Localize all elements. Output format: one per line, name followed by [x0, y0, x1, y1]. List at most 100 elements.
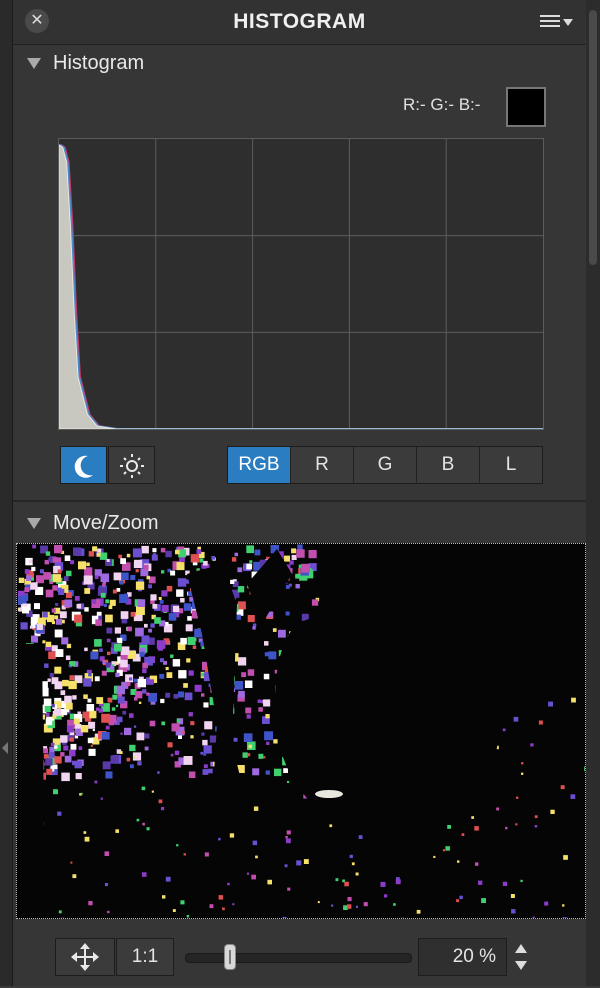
preview-pixel	[140, 652, 145, 657]
move-arrows-icon[interactable]	[55, 938, 115, 976]
preview-pixel	[66, 592, 72, 598]
channel-r-button[interactable]: R	[291, 447, 354, 483]
preview-pixel	[318, 901, 320, 903]
preview-pixel	[46, 642, 51, 647]
preview-pixel	[112, 695, 117, 700]
disclosure-triangle-icon[interactable]	[27, 518, 41, 529]
preview-pixel	[481, 898, 486, 903]
preview-pixel	[117, 717, 123, 723]
stepper-up-icon[interactable]	[515, 944, 527, 953]
preview-pixel	[184, 603, 192, 611]
preview-pixel	[141, 546, 149, 554]
preview-pixel	[120, 581, 124, 585]
preview-pixel	[104, 604, 107, 607]
preview-pixel	[75, 596, 80, 601]
preview-pixel	[172, 723, 180, 731]
preview-pixel	[130, 575, 135, 580]
night-mode-button[interactable]	[60, 446, 107, 484]
channel-b-button[interactable]: B	[417, 447, 480, 483]
preview-pixel	[136, 569, 139, 572]
preview-pixel	[117, 638, 123, 644]
preview-pixel	[148, 629, 152, 633]
preview-pixel	[443, 849, 445, 851]
zoom-percent-field[interactable]: 20 %	[418, 938, 507, 976]
preview-pixel	[86, 563, 90, 567]
channel-l-button[interactable]: L	[480, 447, 542, 483]
move-zoom-section-header[interactable]: Move/Zoom	[13, 504, 586, 542]
preview-pixel	[170, 571, 175, 576]
preview-pixel	[101, 574, 110, 583]
preview-pixel	[539, 721, 543, 725]
preview-pixel	[67, 726, 74, 733]
preview-pixel	[61, 690, 66, 695]
preview-pixel	[344, 882, 349, 887]
collapse-grip-icon[interactable]	[2, 742, 8, 754]
preview-pixel	[73, 548, 81, 556]
preview-pixel	[65, 756, 72, 763]
preview-pixel	[44, 664, 48, 668]
preview-pixel	[152, 555, 158, 561]
preview-pixel	[189, 712, 193, 716]
preview-pixel	[137, 733, 145, 741]
preview-pixel	[264, 674, 270, 680]
zoom-stepper[interactable]	[510, 938, 532, 976]
preview-pixel	[187, 616, 192, 621]
scrollbar[interactable]	[585, 0, 600, 986]
preview-pixel	[110, 600, 116, 606]
preview-pixel	[92, 546, 97, 551]
preview-pixel	[511, 894, 515, 898]
preview-pixel	[180, 638, 187, 645]
preview-pixel	[61, 709, 67, 715]
rgb-readout: R:- G:- B:-	[403, 95, 480, 115]
preview-pixel	[157, 771, 160, 774]
preview-pixel	[102, 732, 110, 740]
preview-pixel	[234, 738, 238, 742]
preview-pixel	[210, 904, 214, 908]
menu-list-icon[interactable]	[540, 10, 578, 34]
preview-pixel	[159, 800, 163, 804]
histogram-section-header[interactable]: Histogram	[13, 44, 586, 82]
channel-g-button[interactable]: G	[354, 447, 417, 483]
preview-pixel	[37, 624, 43, 630]
preview-pixel	[238, 601, 246, 609]
preview-pixel	[301, 564, 310, 573]
preview-pixel	[203, 561, 208, 566]
zoom-slider-track[interactable]	[185, 953, 412, 963]
preview-pixel	[53, 557, 58, 562]
image-preview[interactable]	[16, 543, 586, 919]
preview-pixel	[76, 773, 82, 779]
preview-pixel	[511, 909, 515, 913]
scrollbar-thumb[interactable]	[589, 10, 597, 265]
preview-pixel	[245, 681, 253, 689]
move-zoom-toolbar: 1:1 20 %	[13, 928, 586, 986]
preview-pixel	[175, 751, 179, 755]
preview-pixel	[168, 742, 173, 747]
preview-pixel	[266, 770, 270, 774]
actual-size-button[interactable]: 1:1	[116, 938, 174, 976]
preview-pixel	[142, 823, 145, 826]
preview-pixel	[67, 644, 71, 648]
preview-pixel	[46, 769, 52, 775]
preview-pixel	[284, 556, 290, 562]
preview-pixel	[52, 704, 55, 707]
day-mode-button[interactable]	[108, 446, 155, 484]
preview-pixel	[70, 675, 75, 680]
preview-pixel	[161, 570, 164, 573]
preview-pixel	[51, 743, 55, 747]
disclosure-triangle-icon[interactable]	[27, 58, 41, 69]
stepper-down-icon[interactable]	[515, 961, 527, 970]
preview-pixel	[241, 672, 246, 677]
preview-pixel	[46, 590, 54, 598]
preview-pixel	[127, 758, 131, 762]
preview-pixel	[114, 573, 122, 581]
preview-pixel	[83, 678, 91, 686]
preview-pixel	[124, 728, 131, 735]
preview-pixel	[165, 551, 171, 557]
preview-pixel	[135, 691, 142, 698]
channel-rgb-button[interactable]: RGB	[228, 447, 291, 483]
zoom-slider-thumb[interactable]	[224, 944, 236, 970]
preview-pixel	[70, 560, 74, 564]
preview-pixel	[249, 560, 252, 563]
preview-pixel	[296, 584, 300, 588]
preview-pixel	[84, 607, 88, 611]
